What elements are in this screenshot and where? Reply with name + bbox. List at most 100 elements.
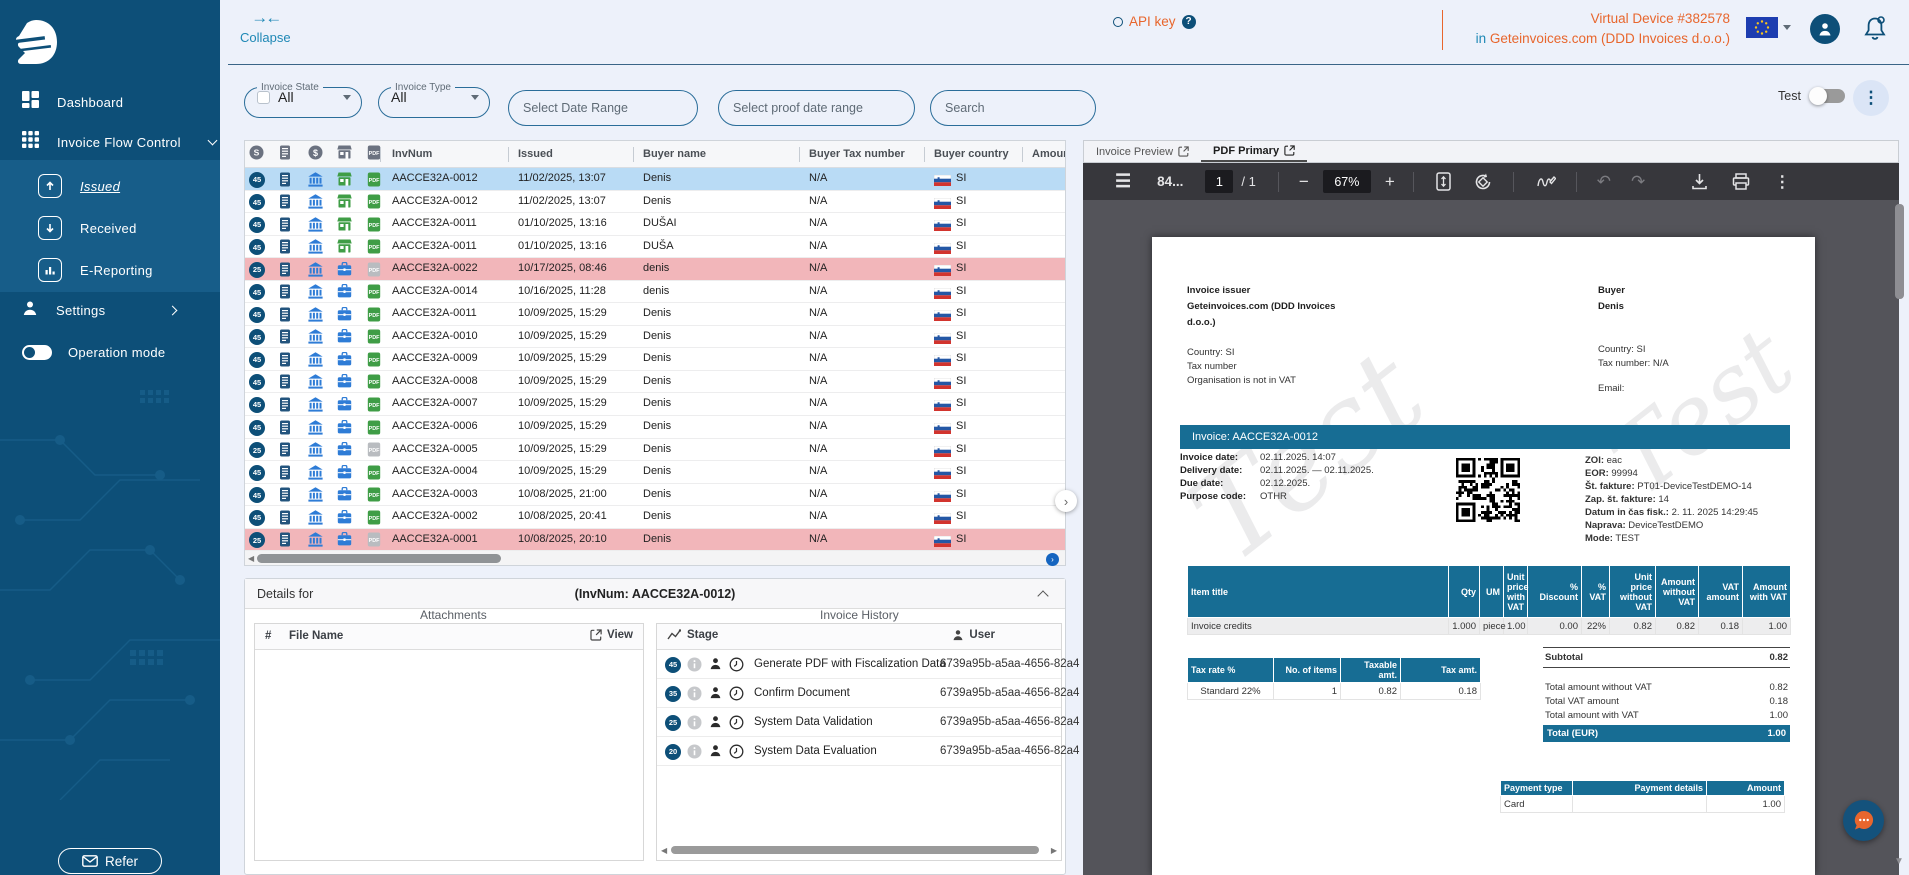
invoice-row[interactable]: 45 PDF AACCE32A-0012 11/02/2025, 13:07 Denis… (245, 190, 1065, 214)
sidebar-toggle-icon[interactable]: ☰ (1115, 171, 1131, 192)
scrollbar-thumb[interactable] (671, 846, 1039, 854)
search-field[interactable] (945, 101, 1081, 115)
tab-invoice-preview[interactable]: Invoice Preview (1084, 141, 1201, 162)
date-range-input[interactable] (508, 90, 698, 126)
invoice-row[interactable]: 45 PDF AACCE32A-0002 10/08/2025, 20:41 Denis… (245, 506, 1065, 529)
user-icon[interactable] (709, 744, 722, 762)
redo-button[interactable]: ↷ (1631, 172, 1645, 192)
pdf-icon: PDF (367, 487, 381, 507)
refer-button[interactable]: Refer (58, 848, 162, 874)
test-mode-toggle[interactable] (1808, 87, 1845, 105)
chat-support-button[interactable] (1843, 800, 1884, 841)
info-icon[interactable] (687, 744, 702, 764)
history-table-header: Stage User (657, 624, 1061, 650)
undo-button[interactable]: ↶ (1597, 172, 1611, 192)
select-all-checkbox[interactable] (257, 90, 270, 104)
doc-col-header: Tax rate % (1187, 657, 1274, 683)
invoice-row[interactable]: 45 PDF AACCE32A-0010 10/09/2025, 15:29 Denis… (245, 325, 1065, 349)
draw-annotation-button[interactable] (1536, 174, 1556, 190)
invoice-row[interactable]: 45 PDF AACCE32A-0011 01/10/2025, 13:16 DUŠAI… (245, 213, 1065, 236)
sidebar-item-received[interactable]: Received (0, 210, 220, 246)
print-button[interactable] (1732, 173, 1750, 190)
page-number-input[interactable]: 1 (1205, 170, 1234, 193)
user-icon[interactable] (709, 715, 722, 733)
history-row[interactable]: 25 System Data Validation 6739a95b-a5aa-46… (657, 708, 1079, 737)
scroll-left-icon[interactable]: ◀ (248, 554, 254, 563)
invoice-row[interactable]: 45 PDF AACCE32A-0014 10/16/2025, 11:28 denis… (245, 280, 1065, 304)
received-icon (38, 216, 62, 240)
help-icon[interactable]: ? (1181, 14, 1196, 29)
meta-label: Due date: (1180, 478, 1224, 489)
pdf-vertical-scrollbar[interactable] (1895, 204, 1904, 299)
invoice-row[interactable]: 25 PDF AACCE32A-0022 10/17/2025, 08:46 denis… (245, 258, 1065, 281)
history-row[interactable]: 20 System Data Evaluation 6739a95b-a5aa-46… (657, 737, 1079, 766)
invoice-row[interactable]: 25 PDF AACCE32A-0005 10/09/2025, 15:29 Denis… (245, 438, 1065, 462)
zoom-in-button[interactable]: + (1385, 172, 1395, 192)
scrollbar-thumb[interactable] (257, 554, 501, 563)
invoice-row[interactable]: 45 PDF AACCE32A-0008 10/09/2025, 15:29 Denis… (245, 370, 1065, 394)
fit-to-page-button[interactable] (1436, 172, 1451, 191)
status-badge: 45 (249, 374, 265, 391)
invoice-row[interactable]: 45 PDF AACCE32A-0004 10/09/2025, 15:29 Denis… (245, 461, 1065, 484)
clock-icon[interactable] (729, 715, 744, 735)
sidebar-item-issued[interactable]: Issued (0, 168, 220, 204)
proof-date-field[interactable] (733, 101, 900, 115)
history-row[interactable]: 45 Generate PDF with Fiscalization Data 67… (657, 650, 1079, 679)
pdf-icon: PDF (367, 329, 381, 349)
zoom-level-input[interactable]: 67% (1322, 170, 1371, 193)
sidebar-item-e-reporting[interactable]: E-Reporting (0, 252, 220, 288)
tab-pdf-primary[interactable]: PDF Primary (1201, 141, 1308, 162)
scroll-left-icon[interactable]: ◀ (661, 846, 667, 855)
language-selector[interactable] (1746, 17, 1791, 38)
zoom-out-button[interactable]: − (1299, 172, 1309, 192)
clock-icon[interactable] (729, 657, 744, 677)
table-horizontal-scrollbar[interactable]: ◀ (244, 551, 1066, 566)
collapse-sidebar-button[interactable]: →← Collapse (240, 8, 291, 45)
sidebar-item-operation-mode[interactable]: Operation mode (0, 334, 220, 370)
date-range-field[interactable] (523, 101, 683, 115)
info-icon[interactable] (687, 715, 702, 735)
status-badge: 25 (249, 261, 265, 278)
invoice-row[interactable]: 45 PDF AACCE32A-0011 10/09/2025, 15:29 Denis… (245, 303, 1065, 326)
invoice-row[interactable]: 45 PDF AACCE32A-0006 10/09/2025, 15:29 Denis… (245, 416, 1065, 439)
more-options-button[interactable]: ⋮ (1774, 172, 1790, 192)
pdf-viewer[interactable]: Test Test Invoice issuer Geteinvoices.co… (1083, 200, 1899, 875)
invoice-row[interactable]: 45 PDF AACCE32A-0012 11/02/2025, 13:07 Denis… (245, 168, 1065, 191)
scroll-down-icon[interactable]: ▼ (1894, 856, 1904, 867)
clock-icon[interactable] (729, 686, 744, 706)
svg-text:PDF: PDF (369, 448, 380, 454)
buyer-name: Denis (1598, 301, 1624, 312)
clock-icon[interactable] (729, 744, 744, 764)
user-icon[interactable] (709, 686, 722, 704)
info-icon[interactable] (687, 657, 702, 677)
invoice-type-filter[interactable]: Invoice Type All (378, 82, 490, 118)
sidebar-item-settings[interactable]: Settings (0, 292, 220, 328)
table-scroll-right-button[interactable]: › (1046, 553, 1059, 566)
table-next-page-button[interactable]: › (1055, 490, 1077, 512)
sidebar-item-invoice-flow-control[interactable]: Invoice Flow Control (0, 124, 220, 160)
invoice-state-filter[interactable]: Invoice State All (244, 82, 362, 118)
country-cell: SI (956, 487, 967, 500)
search-input[interactable] (930, 90, 1096, 126)
user-avatar-button[interactable] (1810, 14, 1840, 44)
invoice-row[interactable]: 25 PDF AACCE32A-0001 10/08/2025, 20:10 Denis… (245, 528, 1065, 552)
notifications-button[interactable] (1862, 15, 1888, 48)
proof-date-range-input[interactable] (718, 90, 915, 126)
table-menu-button[interactable]: ⋮ (1853, 80, 1889, 116)
invoice-row[interactable]: 45 PDF AACCE32A-0011 01/10/2025, 13:16 DUŠA N… (245, 235, 1065, 259)
sidebar-item-dashboard[interactable]: Dashboard (0, 84, 220, 120)
pdf-icon: PDF (367, 262, 381, 282)
api-key-control[interactable]: API key ? (1113, 14, 1196, 29)
scroll-right-icon[interactable]: ▶ (1051, 846, 1057, 855)
user-icon[interactable] (709, 657, 722, 675)
user-id: 6739a95b-a5aa-4656-82a4 (940, 745, 1080, 757)
history-horizontal-scrollbar[interactable]: ◀ ▶ (661, 845, 1057, 856)
invoice-row[interactable]: 45 PDF AACCE32A-0007 10/09/2025, 15:29 Denis… (245, 393, 1065, 417)
rotate-page-button[interactable] (1473, 172, 1493, 192)
invoice-row[interactable]: 45 PDF AACCE32A-0009 10/09/2025, 15:29 Denis… (245, 348, 1065, 371)
operation-mode-toggle[interactable] (22, 344, 52, 360)
invoice-row[interactable]: 45 PDF AACCE32A-0003 10/08/2025, 21:00 Denis… (245, 483, 1065, 507)
download-button[interactable] (1691, 173, 1708, 190)
info-icon[interactable] (687, 686, 702, 706)
history-row[interactable]: 35 Confirm Document 6739a95b-a5aa-4656-82a… (657, 679, 1079, 708)
